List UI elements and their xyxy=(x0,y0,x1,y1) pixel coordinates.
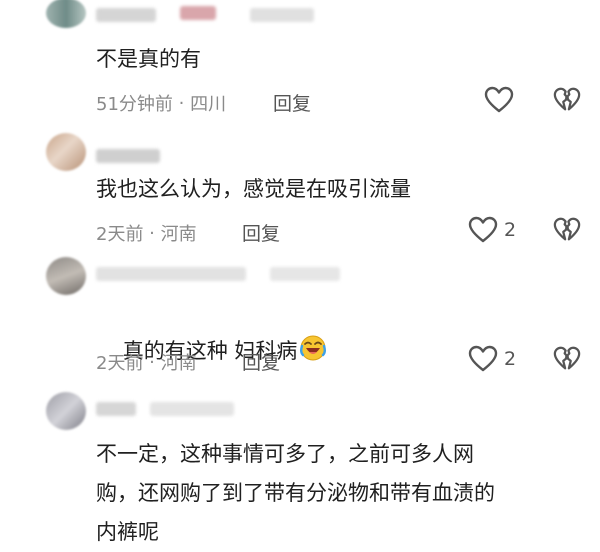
broken-heart-icon xyxy=(553,346,581,370)
comment-meta: 51分钟前 · 四川 xyxy=(96,90,226,116)
comment-item: 不是真的有 51分钟前 · 四川 回复 xyxy=(0,0,600,120)
avatar[interactable] xyxy=(46,257,86,295)
meta-separator: · xyxy=(172,92,191,114)
laughing-crying-face-icon xyxy=(300,335,327,361)
comment-meta: 2天前 · 河南 xyxy=(96,349,197,375)
username[interactable] xyxy=(96,149,160,163)
reply-button[interactable]: 回复 xyxy=(242,348,280,375)
comment-meta: 2天前 · 河南 xyxy=(96,220,197,246)
heart-outline-icon xyxy=(468,345,498,372)
broken-heart-icon xyxy=(553,87,581,111)
reply-button[interactable]: 回复 xyxy=(242,219,280,246)
comment-time: 51分钟前 xyxy=(96,94,173,115)
comment-location: 河南 xyxy=(160,224,197,245)
comment-time: 2天前 xyxy=(96,224,144,245)
like-count: 2 xyxy=(504,219,517,241)
username xyxy=(180,6,216,20)
username[interactable] xyxy=(96,402,136,416)
comment-text: 不一定，这种事情可多了，之前可多人网 购，还网购了到了带有分泌物和带有血渍的 内… xyxy=(96,442,495,544)
username xyxy=(250,8,314,22)
username xyxy=(150,402,234,416)
comment-location: 河南 xyxy=(160,353,197,374)
comment-location: 四川 xyxy=(190,94,227,115)
like-button[interactable]: 2 xyxy=(468,216,516,244)
dislike-button[interactable] xyxy=(553,216,581,244)
avatar[interactable] xyxy=(46,392,86,430)
like-button[interactable]: 2 xyxy=(468,345,516,373)
avatar[interactable] xyxy=(46,0,86,28)
like-count: 2 xyxy=(504,348,517,370)
comment-item: 不一定，这种事情可多了，之前可多人网 购，还网购了到了带有分泌物和带有血渍的 内… xyxy=(0,392,600,548)
like-button[interactable] xyxy=(484,86,514,114)
comment-text: 不是真的有 xyxy=(96,47,201,71)
avatar[interactable] xyxy=(46,133,86,171)
comment-item: 真的有这种 妇科病 2天前 · 河南 回复 2 xyxy=(0,255,600,385)
username[interactable] xyxy=(96,267,246,281)
reply-button[interactable]: 回复 xyxy=(273,89,311,116)
comment-time: 2天前 xyxy=(96,353,144,374)
username xyxy=(270,267,340,281)
dislike-button[interactable] xyxy=(553,86,581,114)
heart-outline-icon xyxy=(484,86,514,113)
comment-item: 我也这么认为，感觉是在吸引流量 2天前 · 河南 回复 2 xyxy=(0,125,600,250)
meta-separator: · xyxy=(143,351,161,373)
meta-separator: · xyxy=(143,222,161,244)
broken-heart-icon xyxy=(553,217,581,241)
heart-outline-icon xyxy=(468,216,498,243)
username[interactable] xyxy=(96,8,156,22)
dislike-button[interactable] xyxy=(553,345,581,373)
comment-text: 我也这么认为，感觉是在吸引流量 xyxy=(96,177,411,201)
